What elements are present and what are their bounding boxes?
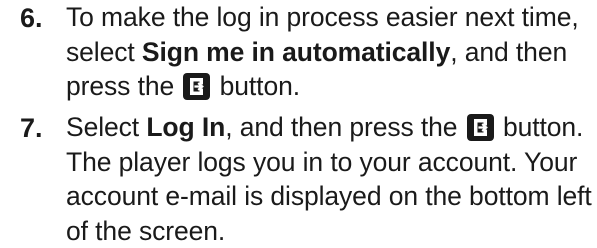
text-run: button. (212, 71, 300, 101)
step-number: 7. (20, 113, 43, 143)
text-run: The player logs you in to your account. … (66, 146, 578, 177)
text-run: account e-mail is displayed on the botto… (66, 181, 592, 211)
option-log-in: Log In (146, 112, 226, 142)
enter-button-icon (466, 114, 494, 141)
step-text: Select Log In, and then press the button… (66, 110, 592, 248)
step-line: press the button. (66, 69, 591, 104)
text-run: To make the log in process easier next t… (66, 2, 579, 32)
text-run: Select (66, 112, 147, 142)
step-line: To make the log in process easier next t… (66, 0, 591, 35)
text-run: select (66, 36, 142, 67)
option-sign-me-in-automatically: Sign me in automatically (141, 36, 451, 67)
instruction-page: 6. To make the log in process easier nex… (0, 0, 597, 248)
text-run: press the (66, 71, 182, 101)
step-line: select Sign me in automatically, and the… (66, 35, 591, 70)
text-run: of the screen. (66, 215, 226, 246)
step-line: Select Log In, and then press the button… (66, 110, 591, 145)
text-run: , and then press the (225, 112, 465, 142)
step-line: of the screen. (66, 214, 591, 248)
step-text: To make the log in process easier next t… (66, 0, 591, 104)
step-number: 6. (20, 3, 43, 33)
step-line: The player logs you in to your account. … (66, 145, 591, 180)
step-line: account e-mail is displayed on the botto… (66, 179, 592, 214)
text-run: button. (495, 112, 584, 142)
text-run: , and then (450, 36, 568, 67)
enter-button-icon (183, 73, 211, 100)
